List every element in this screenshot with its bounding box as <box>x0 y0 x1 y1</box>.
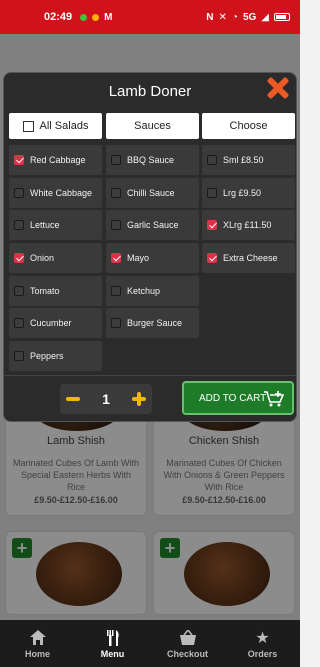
option-row[interactable]: Tomato <box>9 275 102 306</box>
modal-footer: 1 ADD TO CART <box>4 375 296 421</box>
option-row[interactable]: Burger Sauce <box>106 308 199 339</box>
menu-icon <box>105 629 121 647</box>
checkbox[interactable] <box>207 155 217 165</box>
status-time: 02:49 <box>44 11 73 23</box>
option-label: Peppers <box>30 351 64 362</box>
checkbox[interactable] <box>14 318 24 329</box>
choose-column: Choose Sml £8.50 Lrg £9.50 XLrg £11.50 Extr… <box>202 113 295 276</box>
choose-header: Choose <box>202 113 295 139</box>
checkbox[interactable] <box>111 318 121 329</box>
option-row[interactable]: Onion <box>9 243 102 274</box>
signal-icon: ◢ <box>261 11 269 23</box>
option-row[interactable]: Peppers <box>9 341 102 372</box>
checkbox[interactable] <box>111 155 121 165</box>
checkbox[interactable] <box>14 351 24 362</box>
add-to-cart-label: ADD TO CART <box>199 392 267 404</box>
option-row[interactable]: Lettuce <box>9 210 102 241</box>
column-header-label: Choose <box>229 120 268 132</box>
option-label: Onion <box>30 253 55 264</box>
option-row[interactable]: BBQ Sauce <box>106 145 199 175</box>
nav-checkout[interactable]: Checkout <box>150 620 225 667</box>
mute-icon: ✕ <box>218 11 227 23</box>
option-row[interactable]: Garlic Sauce <box>106 210 199 241</box>
option-label: BBQ Sauce <box>127 155 175 165</box>
nav-orders[interactable]: ★ Orders <box>225 620 300 667</box>
option-row[interactable]: Ketchup <box>106 275 199 306</box>
star-icon: ★ <box>255 629 270 647</box>
option-label: Mayo <box>127 253 150 264</box>
option-row[interactable]: White Cabbage <box>9 177 102 208</box>
option-row[interactable]: Extra Cheese <box>202 243 295 274</box>
all-salads-toggle[interactable]: All Salads <box>9 113 102 139</box>
option-label: Cucumber <box>30 318 72 329</box>
battery-icon <box>274 13 290 21</box>
checkbox-checked[interactable] <box>14 155 24 165</box>
option-row[interactable]: Sml £8.50 <box>202 145 295 175</box>
option-label: Chilli Sauce <box>127 187 175 198</box>
nav-menu[interactable]: Menu <box>75 620 150 667</box>
close-icon[interactable] <box>264 74 292 102</box>
network-type: 5G <box>242 11 257 23</box>
checkbox-checked[interactable] <box>14 253 24 264</box>
checkbox-checked[interactable] <box>207 220 217 231</box>
all-salads-checkbox[interactable] <box>22 120 34 132</box>
mail-icon: M <box>104 11 113 23</box>
option-row[interactable]: Lrg £9.50 <box>202 177 295 208</box>
modal-overlay[interactable]: Lamb Doner All Salads Red Cabbage White C… <box>0 34 300 620</box>
option-label: Lrg £9.50 <box>223 187 262 198</box>
option-label: Extra Cheese <box>223 253 278 264</box>
option-row[interactable]: Cucumber <box>9 308 102 339</box>
plus-icon[interactable] <box>131 392 146 406</box>
bottom-nav: Home Menu Checkout ★ Orders <box>0 620 300 667</box>
checkbox-checked[interactable] <box>111 253 121 264</box>
notification-icons: M <box>80 12 112 23</box>
checkbox[interactable] <box>111 187 121 198</box>
nav-home[interactable]: Home <box>0 620 75 667</box>
sauces-header: Sauces <box>106 113 199 139</box>
column-header-label: Sauces <box>134 120 171 132</box>
checkbox-checked[interactable] <box>207 253 217 264</box>
basket-icon <box>179 629 197 647</box>
modal-title: Lamb Doner <box>108 83 192 100</box>
nav-orders-label: Orders <box>247 648 278 659</box>
item-options-modal: Lamb Doner All Salads Red Cabbage White C… <box>3 72 297 422</box>
option-row[interactable]: Mayo <box>106 243 199 274</box>
option-label: XLrg £11.50 <box>223 220 272 231</box>
home-icon <box>29 629 46 647</box>
status-bar: 02:49 M N ✕ ◔ 5G ◢ <box>0 0 300 34</box>
quantity-value: 1 <box>102 391 110 407</box>
checkbox[interactable] <box>14 220 24 231</box>
option-row[interactable]: XLrg £11.50 <box>202 210 295 241</box>
cart-icon <box>264 391 285 410</box>
option-label: White Cabbage <box>30 187 93 198</box>
checkbox[interactable] <box>111 285 121 296</box>
quantity-stepper: 1 <box>60 384 152 414</box>
option-label: Sml £8.50 <box>223 155 264 165</box>
option-label: Garlic Sauce <box>127 220 179 231</box>
checkbox[interactable] <box>14 187 24 198</box>
nav-menu-label: Menu <box>100 648 125 659</box>
option-label: Red Cabbage <box>30 155 86 165</box>
add-to-cart-button[interactable]: ADD TO CART <box>182 381 294 415</box>
nav-checkout-label: Checkout <box>166 648 208 659</box>
checkbox[interactable] <box>207 187 217 198</box>
checkbox[interactable] <box>111 220 121 231</box>
nav-home-label: Home <box>24 648 50 659</box>
option-row[interactable]: Red Cabbage <box>9 145 102 175</box>
option-label: Burger Sauce <box>127 318 183 329</box>
system-icons: N ✕ ◔ 5G ◢ <box>206 12 290 23</box>
wifi-icon: ◔ <box>231 11 238 23</box>
notification-icon <box>92 13 100 21</box>
checkbox[interactable] <box>14 285 24 296</box>
nfc-icon: N <box>206 11 214 23</box>
sauces-column: Sauces BBQ Sauce Chilli Sauce Garlic Sauce… <box>106 113 199 341</box>
option-label: Tomato <box>30 285 60 296</box>
option-label: Ketchup <box>127 285 161 296</box>
option-row[interactable]: Chilli Sauce <box>106 177 199 208</box>
whatsapp-icon <box>80 13 88 21</box>
minus-icon[interactable] <box>66 397 80 401</box>
column-header-label: All Salads <box>39 120 89 132</box>
option-label: Lettuce <box>30 220 60 231</box>
salads-column: All Salads Red Cabbage White Cabbage Lettu… <box>9 113 102 374</box>
